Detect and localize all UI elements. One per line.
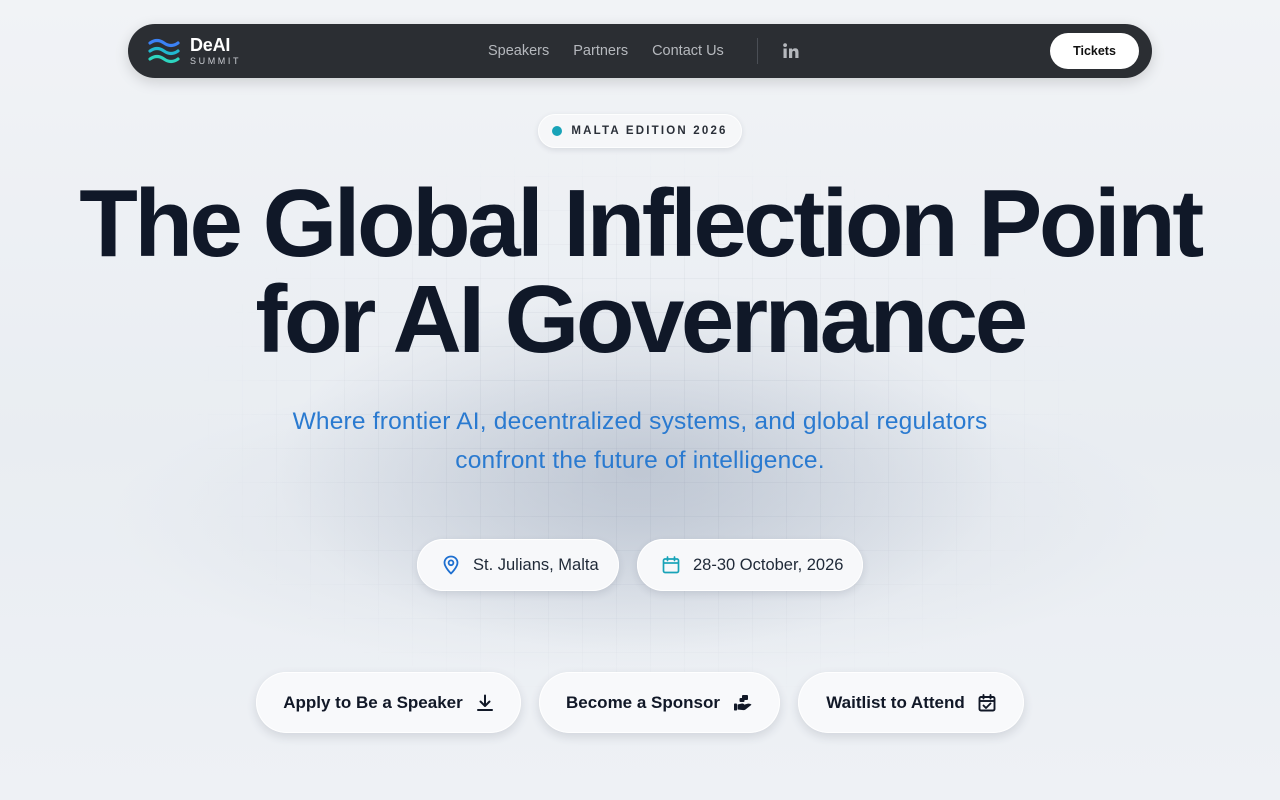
waitlist-attend-label: Waitlist to Attend — [826, 692, 965, 712]
calendar-icon — [662, 556, 680, 574]
page: DeAI SUMMIT Speakers Partners Contact Us… — [0, 0, 1280, 800]
location-text: St. Julians, Malta — [473, 555, 599, 574]
wave-logo-icon — [148, 38, 180, 64]
become-sponsor-button[interactable]: Become a Sponsor — [539, 672, 780, 733]
nav-link-speakers[interactable]: Speakers — [488, 43, 549, 59]
hand-coins-icon — [734, 694, 752, 710]
become-sponsor-label: Become a Sponsor — [566, 692, 720, 712]
navbar: DeAI SUMMIT Speakers Partners Contact Us… — [128, 24, 1152, 78]
location-pill: St. Julians, Malta — [417, 539, 619, 591]
subtitle-line-2: confront the future of intelligence. — [455, 447, 825, 474]
apply-speaker-label: Apply to Be a Speaker — [283, 692, 463, 712]
subtitle-line-1: Where frontier AI, decentralized systems… — [292, 408, 988, 435]
calendar-check-icon — [978, 693, 996, 711]
nav-links: Speakers Partners Contact Us — [488, 24, 748, 78]
waitlist-attend-button[interactable]: Waitlist to Attend — [798, 672, 1024, 733]
nav-divider — [757, 38, 758, 64]
logo[interactable]: DeAI SUMMIT — [148, 34, 241, 68]
download-icon — [476, 694, 493, 711]
logo-subtitle: SUMMIT — [190, 56, 242, 66]
nav-link-contact-us[interactable]: Contact Us — [652, 43, 724, 59]
nav-link-partners[interactable]: Partners — [573, 43, 628, 59]
logo-title: DeAI — [190, 35, 231, 55]
date-pill: 28-30 October, 2026 — [637, 539, 863, 591]
linkedin-icon[interactable] — [782, 42, 800, 60]
headline-line-2: for AI Governance — [255, 266, 1028, 373]
tickets-button[interactable]: Tickets — [1050, 33, 1139, 69]
status-dot — [552, 126, 563, 136]
map-pin-icon — [443, 555, 459, 575]
page-title: The Global Inflection Point for AI Gover… — [0, 176, 1280, 368]
date-text: 28-30 October, 2026 — [693, 555, 844, 574]
edition-badge-label: MALTA EDITION 2026 — [571, 125, 728, 137]
apply-speaker-button[interactable]: Apply to Be a Speaker — [256, 672, 521, 733]
hero-subtitle: Where frontier AI, decentralized systems… — [0, 402, 1280, 480]
headline-line-1: The Global Inflection Point — [79, 170, 1204, 277]
edition-badge: MALTA EDITION 2026 — [538, 114, 742, 148]
